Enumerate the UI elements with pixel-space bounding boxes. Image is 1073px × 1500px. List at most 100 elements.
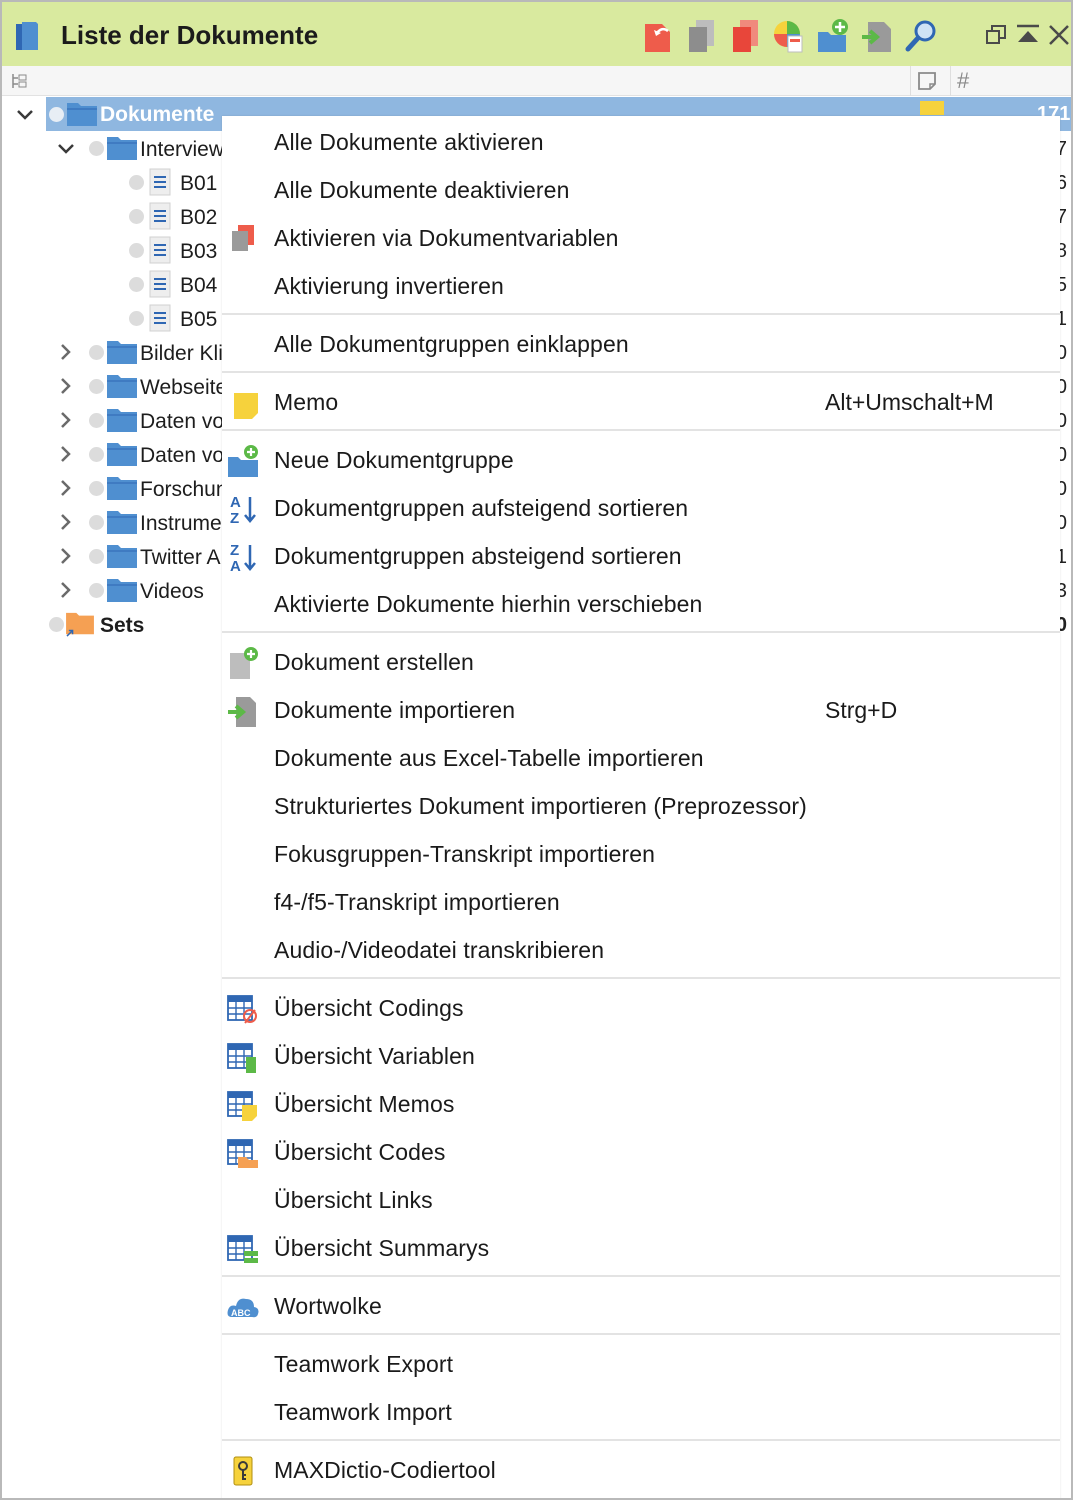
activation-dot[interactable] (49, 107, 64, 122)
menu-item-overview-summaries[interactable]: Übersicht Summarys (222, 1225, 1060, 1273)
activation-dot[interactable] (89, 379, 104, 394)
chevron-right-icon[interactable] (57, 445, 75, 463)
window-title: Liste der Dokumente (61, 20, 319, 50)
menu-item-overview-variables[interactable]: Übersicht Variablen (222, 1033, 1060, 1081)
menu-item-move-activated[interactable]: Aktivierte Dokumente hierhin verschieben (222, 581, 1060, 629)
folder-icon (107, 409, 137, 432)
activation-dot[interactable] (129, 243, 144, 258)
menu-item-sort-descending[interactable]: Z A Dokumentgruppen absteigend sortieren (222, 533, 1060, 581)
menu-item-overview-codes[interactable]: Übersicht Codes (222, 1129, 1060, 1177)
menu-item-label: Dokument erstellen (274, 649, 474, 675)
svg-text:A: A (230, 494, 241, 511)
activation-dot[interactable] (89, 481, 104, 496)
chevron-right-icon[interactable] (57, 479, 75, 497)
menu-item-invert-activation[interactable]: Aktivierung invertieren (222, 263, 1060, 311)
chevron-right-icon[interactable] (57, 343, 75, 361)
menu-item-word-cloud[interactable]: ABC Wortwolke (222, 1283, 1060, 1331)
overview-codings-icon (227, 995, 257, 1024)
menu-item-import-excel[interactable]: Dokumente aus Excel-Tabelle importieren (222, 735, 1060, 783)
search-icon[interactable] (904, 18, 938, 54)
menu-item-overview-codings[interactable]: Übersicht Codings (222, 985, 1060, 1033)
menu-item-import-structured[interactable]: Strukturiertes Dokument importieren (Pre… (222, 783, 1060, 831)
activation-dot[interactable] (89, 345, 104, 360)
menu-item-label: Fokusgruppen-Transkript importieren (274, 841, 656, 867)
menu-item-create-document[interactable]: Dokument erstellen (222, 639, 1060, 687)
chevron-right-icon[interactable] (57, 547, 75, 565)
tree-label: B05 (180, 308, 218, 331)
context-menu: Alle Dokumente aktivieren Alle Dokumente… (222, 116, 1060, 1498)
tree-label: Instrume (140, 512, 222, 535)
menu-item-label: Wortwolke (274, 1293, 382, 1319)
menu-item-collapse-groups[interactable]: Alle Dokumentgruppen einklappen (222, 321, 1060, 369)
menu-item-import-f4f5[interactable]: f4-/f5-Transkript importieren (222, 879, 1060, 927)
chevron-down-icon[interactable] (16, 106, 34, 124)
menu-item-teamwork-export[interactable]: Teamwork Export (222, 1341, 1060, 1389)
menu-item-import-documents[interactable]: Dokumente importieren Strg+D (222, 687, 1060, 735)
close-icon[interactable] (1046, 22, 1072, 48)
memo-icon (234, 393, 258, 419)
menu-item-transcribe-av[interactable]: Audio-/Videodatei transkribieren (222, 927, 1060, 975)
reset-activation-icon[interactable] (642, 18, 676, 54)
chevron-right-icon[interactable] (57, 411, 75, 429)
activation-dot[interactable] (89, 141, 104, 156)
menu-item-label: Teamwork Export (274, 1351, 454, 1377)
menu-item-label: Übersicht Codes (274, 1139, 446, 1165)
menu-separator (222, 429, 1060, 431)
activation-dot[interactable] (89, 583, 104, 598)
count-column-header[interactable]: # (957, 68, 969, 94)
menu-item-label: Übersicht Variablen (274, 1043, 475, 1069)
menu-item-label: Dokumente importieren (274, 697, 516, 723)
menu-item-label: Audio-/Videodatei transkribieren (274, 937, 605, 963)
svg-text:Z: Z (230, 542, 239, 559)
activation-dot[interactable] (89, 549, 104, 564)
activation-dot[interactable] (129, 311, 144, 326)
new-document-group-icon[interactable] (816, 18, 850, 54)
chevron-down-icon[interactable] (57, 140, 75, 158)
folder-icon (107, 579, 137, 602)
chevron-right-icon[interactable] (57, 513, 75, 531)
maxdictio-icon (233, 1456, 253, 1486)
memo-column-icon[interactable] (917, 71, 937, 91)
chevron-right-icon[interactable] (57, 581, 75, 599)
folder-icon (107, 341, 137, 364)
menu-item-activate-by-variables[interactable]: Aktivieren via Dokumentvariablen (222, 215, 1060, 263)
activation-dot[interactable] (89, 447, 104, 462)
tree-view-icon[interactable] (10, 72, 28, 90)
activation-dot[interactable] (89, 413, 104, 428)
menu-item-overview-memos[interactable]: Übersicht Memos (222, 1081, 1060, 1129)
tree-label: B04 (180, 274, 218, 297)
overview-codes-icon (227, 1139, 258, 1168)
column-separator (910, 66, 911, 96)
color-pie-icon[interactable] (772, 18, 806, 54)
deactivate-docs-icon[interactable] (686, 18, 720, 54)
activation-dot[interactable] (129, 209, 144, 224)
menu-item-label: Neue Dokumentgruppe (274, 447, 514, 473)
menu-item-activate-all[interactable]: Alle Dokumente aktivieren (222, 119, 1060, 167)
menu-item-label: Übersicht Memos (274, 1091, 455, 1117)
activate-docs-icon[interactable] (730, 18, 764, 54)
menu-item-maxdictio[interactable]: MAXDictio-Codiertool (222, 1447, 1060, 1495)
menu-item-label: f4-/f5-Transkript importieren (274, 889, 560, 915)
import-documents-icon[interactable] (860, 18, 894, 54)
folder-icon (67, 103, 97, 126)
activation-dot[interactable] (129, 175, 144, 190)
chevron-right-icon[interactable] (57, 377, 75, 395)
undock-icon[interactable] (984, 22, 1010, 48)
sort-ascending-icon: A Z (230, 494, 256, 525)
menu-item-teamwork-import[interactable]: Teamwork Import (222, 1389, 1060, 1437)
menu-item-label: Teamwork Import (274, 1399, 452, 1425)
memo-icon[interactable] (920, 101, 944, 115)
activation-dot[interactable] (49, 617, 64, 632)
tree-label: Twitter A (140, 546, 221, 569)
menu-item-new-document-group[interactable]: Neue Dokumentgruppe (222, 437, 1060, 485)
text-document-icon (149, 168, 171, 196)
activation-dot[interactable] (129, 277, 144, 292)
menu-item-sort-ascending[interactable]: A Z Dokumentgruppen aufsteigend sortiere… (222, 485, 1060, 533)
import-documents-icon (228, 697, 256, 727)
menu-item-import-focus-group[interactable]: Fokusgruppen-Transkript importieren (222, 831, 1060, 879)
activation-dot[interactable] (89, 515, 104, 530)
menu-item-memo[interactable]: Memo Alt+Umschalt+M (222, 379, 1060, 427)
collapse-icon[interactable] (1015, 22, 1041, 48)
menu-item-deactivate-all[interactable]: Alle Dokumente deaktivieren (222, 167, 1060, 215)
menu-item-overview-links[interactable]: Übersicht Links (222, 1177, 1060, 1225)
